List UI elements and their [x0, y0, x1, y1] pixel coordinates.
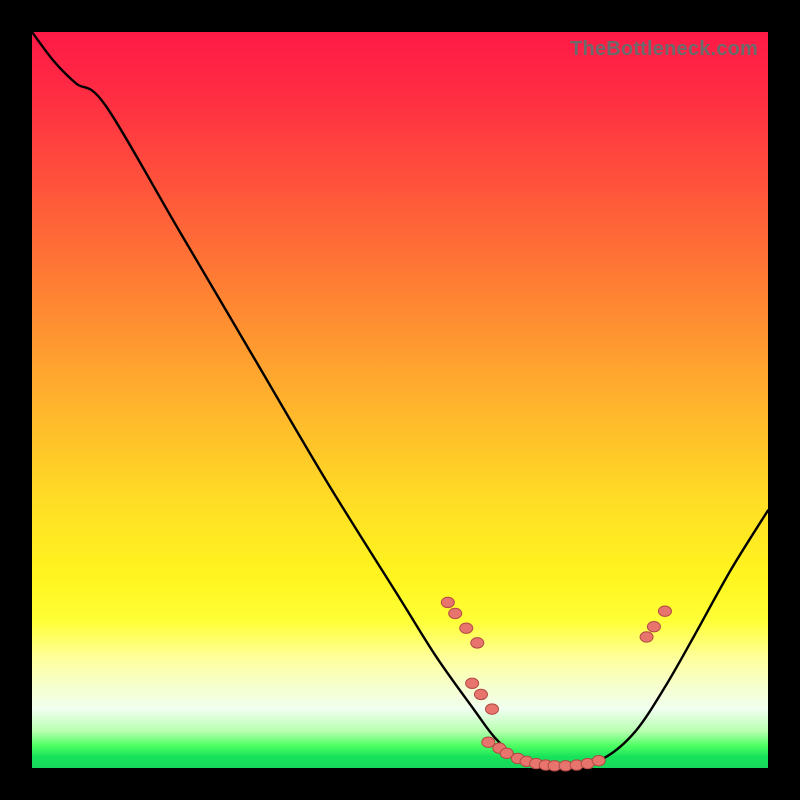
curve-marker [449, 608, 462, 618]
curve-marker [486, 704, 499, 714]
chart-overlay [32, 32, 768, 768]
curve-marker [658, 606, 671, 616]
curve-marker [640, 632, 653, 642]
curve-marker [466, 678, 479, 688]
bottleneck-curve [32, 32, 768, 767]
curve-markers [441, 597, 671, 771]
chart-stage: TheBottleneck.com [0, 0, 800, 800]
curve-marker [474, 689, 487, 699]
curve-marker [592, 755, 605, 765]
curve-marker [441, 597, 454, 607]
curve-marker [460, 623, 473, 633]
curve-marker [482, 737, 495, 747]
plot-area: TheBottleneck.com [32, 32, 768, 768]
curve-marker [647, 621, 660, 631]
curve-marker [471, 638, 484, 648]
